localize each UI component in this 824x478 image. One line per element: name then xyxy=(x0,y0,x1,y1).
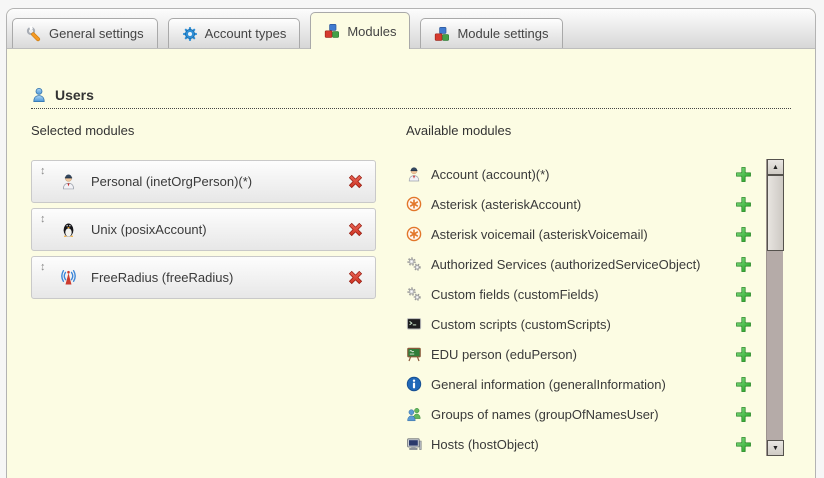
available-module-row-hosts: Hosts (hostObject) xyxy=(406,429,752,459)
add-module-button[interactable] xyxy=(734,285,752,303)
available-module-label: EDU person (eduPerson) xyxy=(431,347,577,362)
available-module-label: General information (generalInformation) xyxy=(431,377,666,392)
add-module-button[interactable] xyxy=(734,225,752,243)
selected-module-row-freeradius: ↕ FreeRadius (freeRadius) xyxy=(31,256,376,299)
scroll-down-button[interactable] xyxy=(767,440,784,456)
tab-general-settings[interactable]: General settings xyxy=(12,18,158,48)
drag-handle-icon[interactable]: ↕ xyxy=(40,261,54,273)
add-icon xyxy=(735,346,752,363)
modules-cubes-icon xyxy=(434,26,450,42)
add-module-button[interactable] xyxy=(734,195,752,213)
asterisk-icon xyxy=(406,226,422,242)
tux-penguin-icon xyxy=(60,221,77,238)
add-module-button[interactable] xyxy=(734,405,752,423)
account-types-gear-icon xyxy=(182,26,198,42)
person-icon xyxy=(60,173,77,190)
info-icon xyxy=(406,376,422,392)
add-icon xyxy=(735,226,752,243)
add-icon xyxy=(735,256,752,273)
available-module-row-general-information: General information (generalInformation) xyxy=(406,369,752,399)
tab-bar: General settings Account types Modules M… xyxy=(7,9,815,49)
available-module-row-authorized-services: Authorized Services (authorizedServiceOb… xyxy=(406,249,752,279)
available-module-label: Custom fields (customFields) xyxy=(431,287,599,302)
gears-icon xyxy=(406,286,422,302)
delete-icon xyxy=(347,221,364,238)
available-module-row-asterisk-voicemail: Asterisk voicemail (asteriskVoicemail) xyxy=(406,219,752,249)
available-module-label: Hosts (hostObject) xyxy=(431,437,539,452)
tab-label: Account types xyxy=(205,26,287,41)
modules-tab-content: Users Selected modules ↕ Personal (inetO… xyxy=(7,87,815,459)
available-modules-list: Account (account)(*) Asterisk (asteriskA… xyxy=(406,159,752,459)
gears-icon xyxy=(406,256,422,272)
add-module-button[interactable] xyxy=(734,435,752,453)
modules-cubes-icon xyxy=(324,23,340,39)
drag-handle-icon[interactable]: ↕ xyxy=(40,165,54,177)
selected-module-row-unix: ↕ Unix (posixAccount) xyxy=(31,208,376,251)
remove-module-button[interactable] xyxy=(346,173,364,191)
modules-columns: Selected modules ↕ Personal (inetOrgPers… xyxy=(31,123,791,459)
available-module-label: Account (account)(*) xyxy=(431,167,550,182)
chalkboard-icon xyxy=(406,346,422,362)
add-icon xyxy=(735,436,752,453)
section-title: Users xyxy=(55,87,94,103)
tab-modules[interactable]: Modules xyxy=(310,12,410,49)
drag-handle-icon[interactable]: ↕ xyxy=(40,213,54,225)
available-modules-panel: Account (account)(*) Asterisk (asteriskA… xyxy=(406,159,783,459)
available-module-row-asterisk: Asterisk (asteriskAccount) xyxy=(406,189,752,219)
available-modules-scrollbar[interactable] xyxy=(766,159,783,456)
user-icon xyxy=(31,87,47,103)
available-module-row-custom-fields: Custom fields (customFields) xyxy=(406,279,752,309)
available-module-row-account: Account (account)(*) xyxy=(406,159,752,189)
selected-module-row-personal: ↕ Personal (inetOrgPerson)(*) xyxy=(31,160,376,203)
tab-module-settings[interactable]: Module settings xyxy=(420,18,562,48)
add-module-button[interactable] xyxy=(734,345,752,363)
add-icon xyxy=(735,316,752,333)
available-module-row-custom-scripts: Custom scripts (customScripts) xyxy=(406,309,752,339)
add-icon xyxy=(735,196,752,213)
selected-modules-column: Selected modules ↕ Personal (inetOrgPers… xyxy=(31,123,376,459)
remove-module-button[interactable] xyxy=(346,269,364,287)
settings-panel: General settings Account types Modules M… xyxy=(6,8,816,478)
available-module-label: Asterisk voicemail (asteriskVoicemail) xyxy=(431,227,648,242)
available-module-row-groups-of-names: Groups of names (groupOfNamesUser) xyxy=(406,399,752,429)
terminal-icon xyxy=(406,316,422,332)
asterisk-icon xyxy=(406,196,422,212)
computer-icon xyxy=(406,436,422,452)
radio-antenna-icon xyxy=(60,269,77,286)
add-module-button[interactable] xyxy=(734,375,752,393)
wrench-icon xyxy=(26,26,42,42)
available-modules-label: Available modules xyxy=(406,123,783,138)
group-icon xyxy=(406,406,422,422)
available-modules-column: Available modules Account (account)(*) xyxy=(406,123,783,459)
add-module-button[interactable] xyxy=(734,255,752,273)
selected-modules-label: Selected modules xyxy=(31,123,376,138)
add-icon xyxy=(735,406,752,423)
tab-account-types[interactable]: Account types xyxy=(168,18,301,48)
add-icon xyxy=(735,286,752,303)
remove-module-button[interactable] xyxy=(346,221,364,239)
add-module-button[interactable] xyxy=(734,165,752,183)
tab-label: General settings xyxy=(49,26,144,41)
scroll-up-button[interactable] xyxy=(767,159,784,175)
selected-module-label: FreeRadius (freeRadius) xyxy=(91,270,233,285)
tab-label: Module settings xyxy=(457,26,548,41)
users-section-header: Users xyxy=(31,87,791,109)
selected-module-label: Personal (inetOrgPerson)(*) xyxy=(91,174,252,189)
person-icon xyxy=(406,166,422,182)
available-module-label: Custom scripts (customScripts) xyxy=(431,317,611,332)
scrollbar-thumb[interactable] xyxy=(767,175,784,251)
add-icon xyxy=(735,376,752,393)
delete-icon xyxy=(347,173,364,190)
add-module-button[interactable] xyxy=(734,315,752,333)
selected-module-label: Unix (posixAccount) xyxy=(91,222,207,237)
available-module-row-edu-person: EDU person (eduPerson) xyxy=(406,339,752,369)
available-module-label: Groups of names (groupOfNamesUser) xyxy=(431,407,659,422)
add-icon xyxy=(735,166,752,183)
available-module-label: Authorized Services (authorizedServiceOb… xyxy=(431,257,701,272)
available-module-label: Asterisk (asteriskAccount) xyxy=(431,197,581,212)
delete-icon xyxy=(347,269,364,286)
tab-label: Modules xyxy=(347,24,396,39)
selected-modules-list: ↕ Personal (inetOrgPerson)(*) ↕ Unix (po… xyxy=(31,160,376,299)
